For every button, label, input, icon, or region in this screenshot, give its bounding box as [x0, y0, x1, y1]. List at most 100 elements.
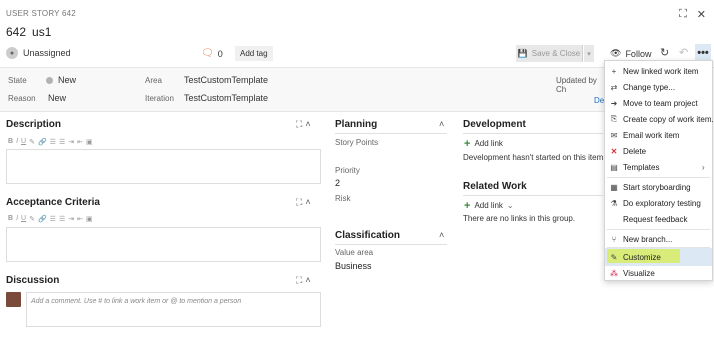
discussion-header[interactable]: Discussion: [6, 275, 59, 286]
development-header[interactable]: Development: [463, 119, 526, 130]
acceptance-section-controls[interactable]: ⛶˄: [296, 197, 314, 208]
bold-icon[interactable]: B: [8, 215, 13, 223]
italic-icon[interactable]: I: [16, 215, 18, 223]
menu-item-request-feedback[interactable]: Request feedback: [605, 211, 712, 227]
planning-header[interactable]: Planning: [335, 119, 377, 130]
indent-icon[interactable]: ⇥: [68, 138, 74, 146]
menu-item-new-linked-work-item[interactable]: + New linked work item: [605, 63, 712, 79]
menu-item-create-copy[interactable]: ⎘ Create copy of work item...: [605, 111, 714, 127]
add-link-label: Add link: [474, 139, 503, 148]
branch-icon: ⑂: [611, 234, 617, 244]
highlight-icon[interactable]: ✎: [29, 215, 35, 223]
collapse-chevron-icon[interactable]: ˄: [305, 275, 313, 285]
menu-item-delete[interactable]: ✕ Delete: [605, 143, 712, 159]
work-item-type-label: USER STORY 642: [6, 9, 76, 18]
window-controls: ⛶ ✕: [679, 8, 706, 21]
menu-item-new-branch[interactable]: ⑂ New branch...: [605, 231, 712, 247]
chevron-down-icon: ⌄: [506, 201, 514, 210]
assignee-name: Unassigned: [23, 48, 71, 58]
template-icon: ▤: [610, 162, 618, 172]
add-plus-icon: +: [464, 137, 471, 150]
reason-label: Reason: [8, 94, 36, 103]
priority-field[interactable]: 2: [335, 178, 340, 188]
description-editor[interactable]: [6, 149, 321, 184]
menu-item-templates[interactable]: ▤ Templates ›: [605, 159, 712, 175]
maximize-icon[interactable]: ⛶: [296, 275, 305, 285]
outdent-icon[interactable]: ⇤: [77, 215, 83, 223]
acceptance-header[interactable]: Acceptance Criteria: [6, 197, 100, 208]
maximize-icon[interactable]: ⛶: [296, 197, 305, 207]
area-field[interactable]: TestCustomTemplate: [184, 75, 268, 85]
close-icon[interactable]: ✕: [697, 8, 706, 21]
underline-icon[interactable]: U: [21, 138, 26, 146]
state-dot-icon: [46, 77, 53, 84]
more-actions-menu: + New linked work item ⇄ Change type... ➜ M…: [604, 60, 714, 281]
planning-collapse-chevron-icon[interactable]: ˄: [439, 119, 447, 129]
italic-icon[interactable]: I: [16, 138, 18, 146]
menu-item-move-to-team-project[interactable]: ➜ Move to team project: [605, 95, 712, 111]
reason-field[interactable]: New: [48, 93, 66, 103]
bullets-icon[interactable]: ☰: [50, 138, 56, 146]
maximize-icon[interactable]: ⛶: [296, 119, 305, 129]
updated-by-text[interactable]: Updated by Ch: [556, 76, 604, 94]
fields-strip: State New Reason New Area TestCustomTemp…: [0, 68, 604, 112]
discussion-section-controls[interactable]: ⛶˄: [296, 275, 314, 286]
details-tab[interactable]: De: [594, 96, 604, 105]
outdent-icon[interactable]: ⇤: [77, 138, 83, 146]
follow-button[interactable]: 👁 Follow: [610, 48, 651, 59]
discussion-input[interactable]: Add a comment. Use # to link a work item…: [26, 292, 321, 327]
user-avatar: [6, 292, 21, 307]
numbering-icon[interactable]: ☰: [59, 215, 65, 223]
classification-collapse-chevron-icon[interactable]: ˄: [439, 230, 447, 240]
assignee-picker[interactable]: ● Unassigned: [6, 47, 71, 59]
development-add-link[interactable]: + Add link: [464, 137, 503, 150]
bold-icon[interactable]: B: [8, 138, 13, 146]
work-item-title-text[interactable]: us1: [32, 25, 51, 39]
link-icon[interactable]: 🔗: [38, 138, 47, 146]
save-dropdown-chevron-icon[interactable]: ▾: [584, 45, 594, 62]
menu-item-change-type[interactable]: ⇄ Change type...: [605, 79, 712, 95]
description-section-controls[interactable]: ⛶˄: [296, 119, 314, 130]
state-field[interactable]: New: [46, 75, 76, 85]
acceptance-editor[interactable]: [6, 227, 321, 262]
refresh-icon[interactable]: ↻: [660, 46, 669, 59]
description-header[interactable]: Description: [6, 119, 61, 130]
add-link-label: Add link: [474, 201, 503, 210]
risk-label: Risk: [335, 194, 351, 203]
indent-icon[interactable]: ⇥: [68, 215, 74, 223]
menu-item-email-work-item[interactable]: ✉ Email work item: [605, 127, 712, 143]
add-plus-icon: +: [464, 199, 471, 212]
image-icon[interactable]: ▣: [86, 215, 93, 223]
image-icon[interactable]: ▣: [86, 138, 93, 146]
work-item-title[interactable]: 642 us1: [6, 25, 51, 39]
save-close-button[interactable]: 💾 Save & Close: [516, 45, 583, 62]
bullets-icon[interactable]: ☰: [50, 215, 56, 223]
link-icon[interactable]: 🔗: [38, 215, 47, 223]
undo-icon[interactable]: ↶: [679, 46, 688, 59]
highlight-icon[interactable]: ✎: [29, 138, 35, 146]
fullscreen-icon[interactable]: ⛶: [679, 8, 687, 21]
divider: [463, 133, 603, 134]
menu-item-customize[interactable]: ✎ Customize: [605, 248, 712, 266]
visualize-icon: ⁂: [610, 268, 618, 278]
plus-icon: +: [611, 66, 617, 76]
email-icon: ✉: [610, 130, 618, 140]
related-work-header[interactable]: Related Work: [463, 181, 527, 192]
related-add-link[interactable]: + Add link ⌄: [464, 199, 514, 212]
menu-item-visualize[interactable]: ⁂ Visualize: [605, 265, 712, 281]
collapse-chevron-icon[interactable]: ˄: [305, 119, 313, 129]
numbering-icon[interactable]: ☰: [59, 138, 65, 146]
classification-header[interactable]: Classification: [335, 230, 400, 241]
state-value: New: [58, 75, 77, 85]
priority-label: Priority: [335, 166, 360, 175]
collapse-chevron-icon[interactable]: ˄: [305, 197, 313, 207]
underline-icon[interactable]: U: [21, 215, 26, 223]
save-close-label: Save & Close: [531, 49, 581, 58]
menu-item-exploratory-testing[interactable]: ⚗ Do exploratory testing: [605, 195, 712, 211]
menu-item-start-storyboarding[interactable]: ▦ Start storyboarding: [605, 179, 712, 195]
comment-count-value: 0: [217, 48, 223, 59]
value-area-field[interactable]: Business: [335, 261, 372, 271]
add-tag-button[interactable]: Add tag: [235, 46, 273, 61]
comment-count[interactable]: 🗨 0: [201, 48, 223, 59]
iteration-field[interactable]: TestCustomTemplate: [184, 93, 268, 103]
